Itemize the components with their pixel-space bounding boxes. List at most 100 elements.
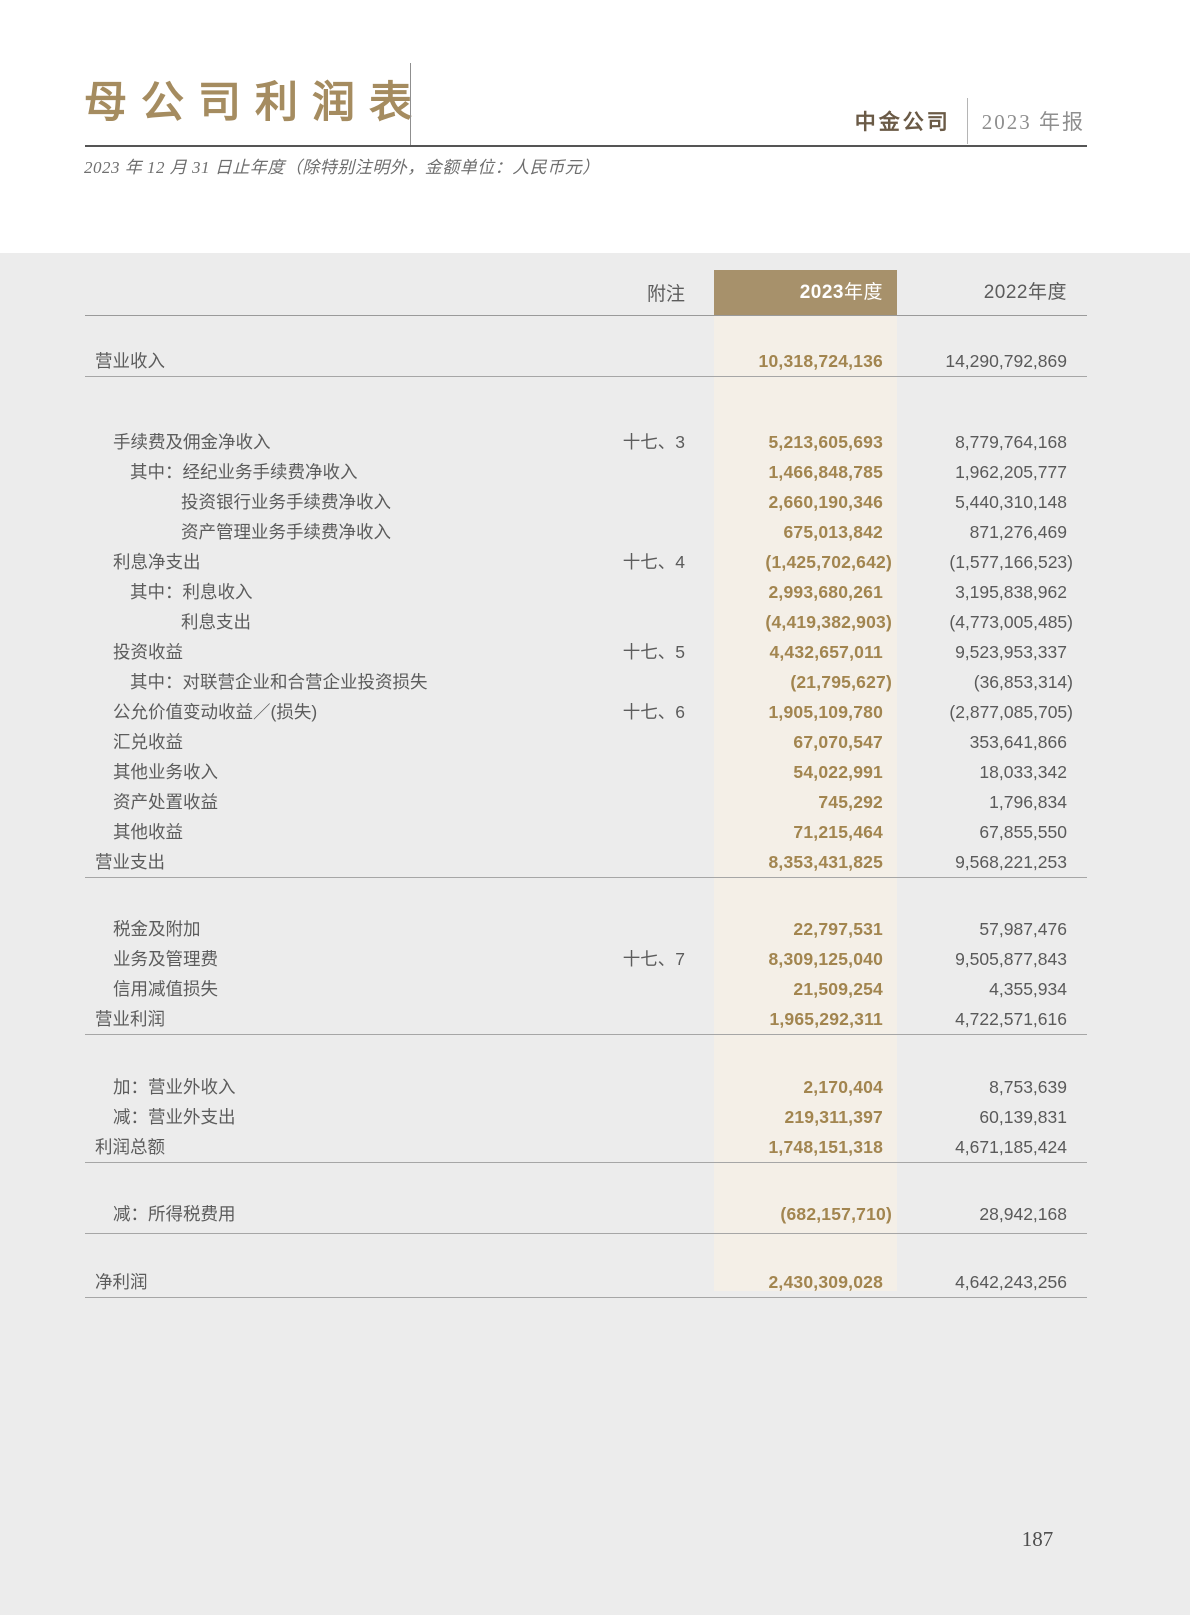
table-row: 手续费及佣金净收入 十七、35,213,605,6938,779,764,168 bbox=[85, 427, 1087, 457]
row-value-2023: 71,215,464 bbox=[690, 817, 897, 847]
header-rule-line bbox=[85, 145, 1087, 147]
table-row: 公允价值变动收益／(损失)十七、61,905,109,780(2,877,085… bbox=[85, 697, 1087, 727]
row-label-cell: 公允价值变动收益／(损失)十七、6 bbox=[85, 697, 690, 727]
row-value-2022: 67,855,550 bbox=[897, 817, 1087, 847]
row-value-2022: 28,942,168 bbox=[897, 1199, 1087, 1229]
row-note: 十七、5 bbox=[623, 637, 690, 667]
table-row: 其中：对联营企业和合营企业投资损失(21,795,627)(36,853,314… bbox=[85, 667, 1087, 697]
row-value-2023: 67,070,547 bbox=[690, 727, 897, 757]
row-value-2023: 675,013,842 bbox=[690, 517, 897, 547]
row-value-2023: 8,353,431,825 bbox=[690, 847, 897, 877]
row-label: 净利润 bbox=[95, 1267, 148, 1297]
row-label: 减：所得税费用 bbox=[113, 1199, 236, 1229]
row-note: 十七、3 bbox=[623, 427, 690, 457]
row-label-cell: 营业利润 bbox=[85, 1004, 690, 1034]
row-label-cell: 投资银行业务手续费净收入 bbox=[85, 487, 690, 517]
row-value-2022: 18,033,342 bbox=[897, 757, 1087, 787]
row-label-cell: 汇兑收益 bbox=[85, 727, 690, 757]
row-label-cell: 其中：对联营企业和合营企业投资损失 bbox=[85, 667, 690, 697]
row-label: 手续费及佣金净收入 bbox=[113, 427, 271, 457]
row-value-2022: 60,139,831 bbox=[897, 1102, 1087, 1132]
table-row: 资产管理业务手续费净收入675,013,842871,276,469 bbox=[85, 517, 1087, 547]
edition-label: 2023 年报 bbox=[982, 106, 1085, 136]
report-page: 母公司利润表 中金公司 2023 年报 2023 年 12 月 31 日止年度（… bbox=[0, 0, 1190, 1615]
row-label-cell: 信用减值损失 bbox=[85, 974, 690, 1004]
row-label-cell: 税金及附加 bbox=[85, 914, 690, 944]
table-group: 税金及附加22,797,53157,987,476业务及管理费十七、78,309… bbox=[85, 878, 1087, 1035]
row-value-2023: 219,311,397 bbox=[690, 1102, 897, 1132]
income-statement-table: 附注 2023年度 2022年度 营业收入 10,318,724,13614,29… bbox=[85, 270, 1087, 1298]
row-value-2023: 1,965,292,311 bbox=[690, 1004, 897, 1034]
row-value-2022: 57,987,476 bbox=[897, 914, 1087, 944]
table-row: 汇兑收益67,070,547353,641,866 bbox=[85, 727, 1087, 757]
row-label-cell: 资产管理业务手续费净收入 bbox=[85, 517, 690, 547]
row-value-2023: 2,660,190,346 bbox=[690, 487, 897, 517]
row-value-2022: 353,641,866 bbox=[897, 727, 1087, 757]
row-value-2023: 5,213,605,693 bbox=[690, 427, 897, 457]
table-header-row: 附注 2023年度 2022年度 bbox=[85, 270, 1087, 316]
row-value-2022: 5,440,310,148 bbox=[897, 487, 1087, 517]
row-label: 税金及附加 bbox=[113, 914, 201, 944]
row-value-2023: 1,748,151,318 bbox=[690, 1132, 897, 1162]
row-value-2023: (1,425,702,642) bbox=[690, 547, 897, 577]
row-label-cell: 减：所得税费用 bbox=[85, 1199, 690, 1229]
row-value-2022: 8,779,764,168 bbox=[897, 427, 1087, 457]
row-value-2023: (21,795,627) bbox=[690, 667, 897, 697]
row-label-cell: 其中：经纪业务手续费净收入 bbox=[85, 457, 690, 487]
row-value-2022: 1,796,834 bbox=[897, 787, 1087, 817]
row-value-2022: (2,877,085,705) bbox=[897, 697, 1087, 727]
row-value-2023: 10,318,724,136 bbox=[690, 346, 897, 376]
row-label: 信用减值损失 bbox=[113, 974, 218, 1004]
row-label: 投资银行业务手续费净收入 bbox=[181, 487, 391, 517]
page-number: 187 bbox=[1000, 1527, 1075, 1552]
row-label: 业务及管理费 bbox=[113, 944, 218, 974]
table-row: 营业利润1,965,292,3114,722,571,616 bbox=[85, 1004, 1087, 1034]
row-note: 十七、7 bbox=[623, 944, 690, 974]
column-header-2022: 2022年度 bbox=[897, 270, 1087, 315]
row-value-2023: 21,509,254 bbox=[690, 974, 897, 1004]
row-label: 营业收入 bbox=[95, 346, 165, 376]
row-label-cell: 手续费及佣金净收入 十七、3 bbox=[85, 427, 690, 457]
table-row: 利息支出(4,419,382,903)(4,773,005,485) bbox=[85, 607, 1087, 637]
row-value-2022: (36,853,314) bbox=[897, 667, 1087, 697]
row-value-2023: (4,419,382,903) bbox=[690, 607, 897, 637]
row-label-cell: 其他收益 bbox=[85, 817, 690, 847]
table-row: 投资收益十七、54,432,657,0119,523,953,337 bbox=[85, 637, 1087, 667]
row-value-2023: 2,430,309,028 bbox=[690, 1267, 897, 1297]
table-row: 其他业务收入 54,022,99118,033,342 bbox=[85, 757, 1087, 787]
row-value-2022: 4,355,934 bbox=[897, 974, 1087, 1004]
table-row: 利息净支出十七、4(1,425,702,642)(1,577,166,523) bbox=[85, 547, 1087, 577]
row-value-2023: 745,292 bbox=[690, 787, 897, 817]
row-label: 利润总额 bbox=[95, 1132, 165, 1162]
row-value-2022: 4,671,185,424 bbox=[897, 1132, 1087, 1162]
row-value-2023: 54,022,991 bbox=[690, 757, 897, 787]
table-row: 业务及管理费十七、78,309,125,0409,505,877,843 bbox=[85, 944, 1087, 974]
notes-column-header: 附注 bbox=[647, 279, 690, 306]
row-label-cell: 其中：利息收入 bbox=[85, 577, 690, 607]
row-label: 其他业务收入 bbox=[113, 757, 218, 787]
table-group: 净利润2,430,309,0284,642,243,256 bbox=[85, 1234, 1087, 1298]
row-label-cell: 减：营业外支出 bbox=[85, 1102, 690, 1132]
row-value-2022: (4,773,005,485) bbox=[897, 607, 1087, 637]
table-row: 减：营业外支出219,311,39760,139,831 bbox=[85, 1102, 1087, 1132]
row-label: 其中：利息收入 bbox=[130, 577, 253, 607]
row-label: 其他收益 bbox=[113, 817, 183, 847]
row-label: 营业利润 bbox=[95, 1004, 165, 1034]
row-label: 投资收益 bbox=[113, 637, 183, 667]
row-value-2022: 3,195,838,962 bbox=[897, 577, 1087, 607]
row-value-2023: 4,432,657,011 bbox=[690, 637, 897, 667]
row-label-cell: 营业收入 bbox=[85, 346, 690, 376]
row-label: 资产管理业务手续费净收入 bbox=[181, 517, 391, 547]
row-label: 利息净支出 bbox=[113, 547, 201, 577]
row-label-cell: 业务及管理费 十七、7 bbox=[85, 944, 690, 974]
table-row: 信用减值损失 21,509,2544,355,934 bbox=[85, 974, 1087, 1004]
table-row: 资产处置收益745,2921,796,834 bbox=[85, 787, 1087, 817]
column-header-2023: 2023年度 bbox=[714, 270, 897, 315]
row-value-2022: 14,290,792,869 bbox=[897, 346, 1087, 376]
row-value-2023: 2,170,404 bbox=[690, 1072, 897, 1102]
row-value-2023: 8,309,125,040 bbox=[690, 944, 897, 974]
table-row: 净利润2,430,309,0284,642,243,256 bbox=[85, 1267, 1087, 1297]
row-label-cell: 营业支出 bbox=[85, 847, 690, 877]
row-value-2023: 1,466,848,785 bbox=[690, 457, 897, 487]
brand-divider-line bbox=[967, 98, 968, 144]
